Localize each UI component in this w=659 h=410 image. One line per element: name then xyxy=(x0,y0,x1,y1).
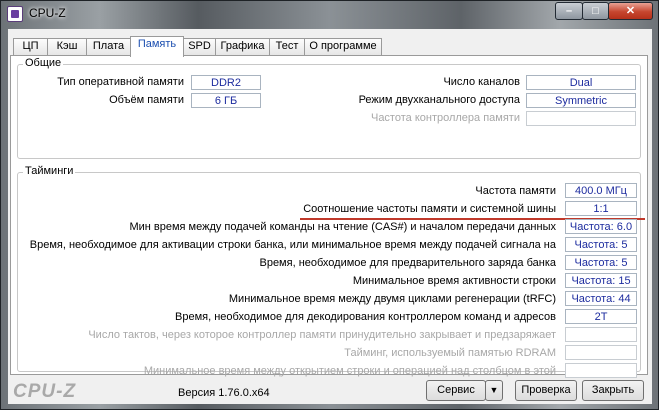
timing-value-ras-to-cas: Частота: 5 xyxy=(565,237,637,252)
timing-label-dram-idle-timer: Число тактов, через которое контроллер п… xyxy=(88,329,556,341)
timing-value-fsb-dram: 1:1 xyxy=(565,201,637,216)
channels-value: Dual xyxy=(526,75,636,90)
maximize-button[interactable]: □ xyxy=(582,2,609,20)
tab-cpu[interactable]: ЦП xyxy=(13,38,48,55)
channels-label: Число каналов xyxy=(443,76,520,88)
dc-mode-value: Symmetric xyxy=(526,93,636,108)
timing-value-total-cas-rdram xyxy=(565,345,637,360)
timing-label-row-to-column: Минимальное время между открытием строки… xyxy=(143,365,556,377)
client-area: ЦП Кэш Плата Память SPD Графика Тест О п… xyxy=(8,29,652,404)
nb-frequency-label: Частота контроллера памяти xyxy=(370,112,520,124)
tab-memory[interactable]: Память xyxy=(130,36,184,57)
memory-type-value: DDR2 xyxy=(191,75,261,90)
timings-group: Тайминги Частота памяти 400.0 МГц Соотно… xyxy=(17,165,645,378)
timing-label-ras-to-cas: Время, необходимое для активации строки … xyxy=(29,239,556,251)
timing-label-total-cas-rdram: Тайминг, используемый памятью RDRAM xyxy=(344,347,556,359)
tab-spd[interactable]: SPD xyxy=(183,38,216,55)
timings-group-title: Тайминги xyxy=(23,165,76,177)
timing-value-cycle-time: Частота: 15 xyxy=(565,273,637,288)
general-group: Общие Тип оперативной памяти DDR2 Объём … xyxy=(17,57,641,159)
timing-value-trfc: Частота: 44 xyxy=(565,291,637,306)
timing-label-fsb-dram: Соотношение частоты памяти и системной ш… xyxy=(303,203,556,215)
cpuz-window: CPU-Z – □ ✕ ЦП Кэш Плата Память SPD Граф… xyxy=(0,0,659,410)
timing-value-dram-idle-timer xyxy=(565,327,637,342)
tab-mainboard[interactable]: Плата xyxy=(86,38,131,55)
timing-label-dram-frequency: Частота памяти xyxy=(475,185,556,197)
close-window-button[interactable]: ✕ xyxy=(608,2,653,20)
tools-button[interactable]: Сервис xyxy=(426,380,486,401)
memory-type-label: Тип оперативной памяти xyxy=(57,76,184,88)
memory-size-value: 6 ГБ xyxy=(191,93,261,108)
validate-button[interactable]: Проверка xyxy=(515,380,577,401)
tab-about[interactable]: О программе xyxy=(304,38,382,55)
timing-label-trfc: Минимальное время между двумя циклами ре… xyxy=(228,293,556,305)
timing-value-dram-frequency: 400.0 МГц xyxy=(565,183,637,198)
close-button[interactable]: Закрыть xyxy=(582,380,644,401)
timing-label-command-rate: Время, необходимое для декодирования кон… xyxy=(175,311,556,323)
timing-value-ras-precharge: Частота: 5 xyxy=(565,255,637,270)
window-title: CPU-Z xyxy=(29,6,66,20)
timing-label-cycle-time: Минимальное время активности строки xyxy=(352,275,556,287)
timing-label-cas-latency: Мин время между подачей команды на чтени… xyxy=(129,221,556,233)
cpuz-app-icon xyxy=(7,6,23,22)
timing-value-command-rate: 2T xyxy=(565,309,637,324)
tab-bench[interactable]: Тест xyxy=(269,38,305,55)
timing-value-row-to-column xyxy=(565,363,637,378)
nb-frequency-value xyxy=(526,111,636,126)
general-group-title: Общие xyxy=(23,57,64,69)
dc-mode-label: Режим двухканального доступа xyxy=(358,94,520,106)
bottom-bar: CPU-Z Версия 1.76.0.x64 Сервис ▼ Проверк… xyxy=(8,377,652,404)
title-bar[interactable]: CPU-Z – □ ✕ xyxy=(1,1,658,27)
minimize-button[interactable]: – xyxy=(555,2,583,20)
version-text: Версия 1.76.0.x64 xyxy=(178,387,270,399)
cpuz-logo: CPU-Z xyxy=(13,381,77,402)
memory-size-label: Объём памяти xyxy=(109,94,184,106)
tools-dropdown-arrow-icon[interactable]: ▼ xyxy=(485,380,503,401)
tab-graphics[interactable]: Графика xyxy=(215,38,270,55)
timing-label-ras-precharge: Время, необходимое для предварительного … xyxy=(259,257,556,269)
tab-cache[interactable]: Кэш xyxy=(47,38,87,55)
memory-panel: Общие Тип оперативной памяти DDR2 Объём … xyxy=(10,55,648,378)
timing-value-cas-latency: Частота: 6.0 xyxy=(565,219,637,234)
